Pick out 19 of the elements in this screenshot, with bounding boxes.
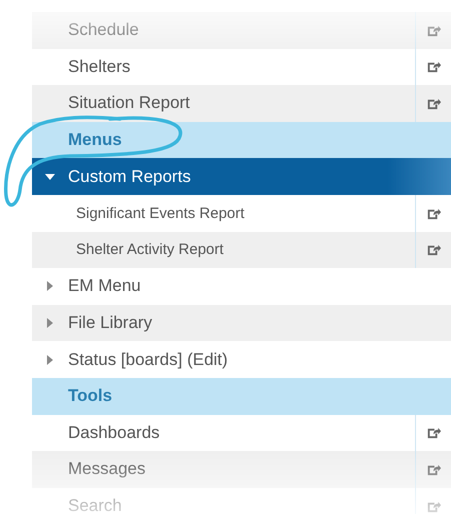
caret-down-icon[interactable] xyxy=(45,172,55,181)
caret-right-icon[interactable] xyxy=(46,318,54,328)
section-header: Tools xyxy=(67,386,114,406)
menu-folder[interactable]: Custom Reports xyxy=(32,158,451,195)
menu-item[interactable]: Dashboards xyxy=(32,414,451,452)
external-link-icon[interactable] xyxy=(426,242,441,258)
section-header: Menus xyxy=(67,130,123,150)
menu-folder[interactable]: File Library xyxy=(32,304,451,342)
menu-folder[interactable]: Status [boards] (Edit) xyxy=(32,341,451,378)
caret-right-icon[interactable] xyxy=(46,281,54,292)
menu-item[interactable]: Messages xyxy=(32,451,451,488)
menu-item[interactable]: Significant Events Report xyxy=(32,194,451,232)
menu-folder[interactable]: EM Menu xyxy=(32,268,451,305)
menu-item[interactable]: Shelters xyxy=(32,48,451,86)
caret-right-icon[interactable] xyxy=(46,354,54,365)
external-link-icon[interactable] xyxy=(426,425,441,440)
menu-item[interactable]: Shelter Activity Report xyxy=(32,232,451,268)
external-link-icon[interactable] xyxy=(426,59,441,74)
menu-item[interactable]: Situation Report xyxy=(32,85,451,122)
